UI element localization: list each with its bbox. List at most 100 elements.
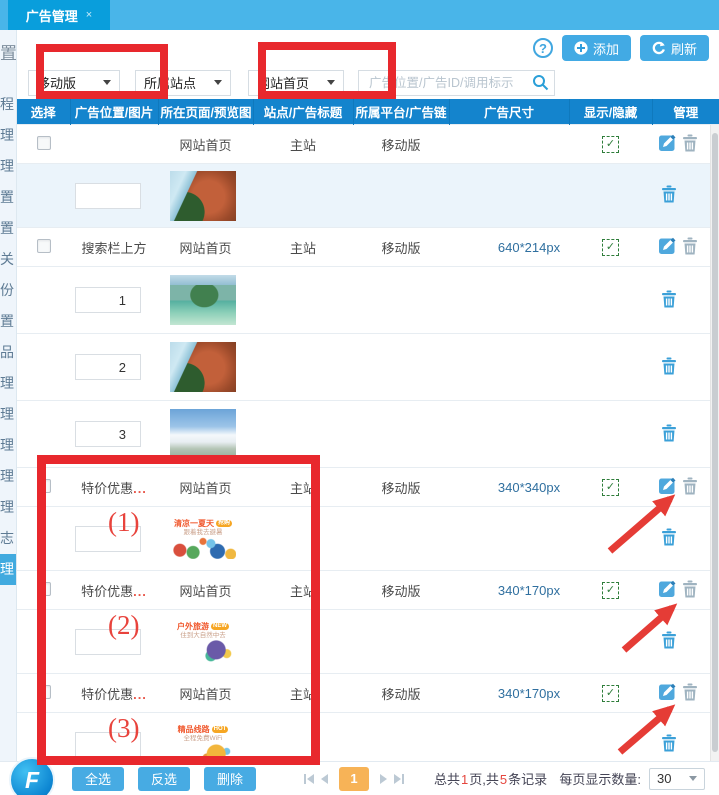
- ad-position-cell: 特价优惠...: [70, 674, 158, 713]
- site-select[interactable]: 所属站点: [135, 70, 231, 96]
- delete-icon[interactable]: [661, 528, 677, 549]
- ad-preview-thumbnail[interactable]: [170, 409, 236, 459]
- tab-ad-management[interactable]: 广告管理 ×: [8, 0, 110, 30]
- delete-icon[interactable]: [682, 683, 698, 704]
- page-select[interactable]: 网站首页: [248, 70, 344, 96]
- sidebar-item-12[interactable]: 理: [0, 399, 16, 430]
- table-row-6: [17, 401, 719, 468]
- vertical-scrollbar[interactable]: [710, 125, 719, 762]
- edit-icon[interactable]: [658, 682, 677, 704]
- help-icon[interactable]: ?: [533, 38, 553, 58]
- platform-cell: 移动版: [353, 228, 449, 267]
- annotation-number-label: (2): [108, 610, 139, 641]
- platform-select[interactable]: 移动版: [28, 70, 120, 96]
- ad-illustration: [170, 537, 236, 559]
- sidebar-item-16[interactable]: 志: [0, 523, 16, 554]
- site-select-value: 所属站点: [144, 73, 196, 92]
- ad-preview-thumbnail[interactable]: [170, 171, 236, 221]
- invert-select-button[interactable]: 反选: [138, 767, 190, 791]
- sidebar-item-6[interactable]: 置: [0, 213, 16, 244]
- ad-subtitle: 跟着我去避暑: [184, 529, 223, 536]
- ad-preview-thumbnail[interactable]: [170, 342, 236, 392]
- visibility-toggle-icon[interactable]: ✓: [602, 582, 619, 599]
- sidebar-item-10[interactable]: 品: [0, 337, 16, 368]
- current-page-button[interactable]: 1: [339, 767, 369, 791]
- search-input[interactable]: [367, 75, 532, 91]
- per-page-select[interactable]: 30: [649, 768, 705, 790]
- visibility-toggle-icon[interactable]: ✓: [602, 136, 619, 153]
- delete-icon[interactable]: [682, 237, 698, 258]
- sidebar-item-15[interactable]: 理: [0, 492, 16, 523]
- ad-position-cell: [70, 125, 158, 164]
- total-pages-count: 1: [461, 772, 468, 787]
- records-summary: 总共1页,共5条记录: [434, 769, 547, 788]
- add-button[interactable]: 添加: [562, 35, 631, 61]
- edit-icon[interactable]: [658, 236, 677, 258]
- ad-preview-thumbnail[interactable]: 清凉一夏天抢购跟着我去避暑: [170, 514, 236, 564]
- delete-icon[interactable]: [661, 424, 677, 445]
- ad-preview-thumbnail[interactable]: [170, 275, 236, 325]
- select-all-button[interactable]: 全选: [72, 767, 124, 791]
- edit-icon[interactable]: [658, 476, 677, 498]
- prev-page-button[interactable]: [321, 774, 328, 784]
- delete-button[interactable]: 删除: [204, 767, 256, 791]
- chevron-down-icon: [327, 80, 335, 85]
- sidebar-item-11[interactable]: 理: [0, 368, 16, 399]
- delete-icon[interactable]: [682, 580, 698, 601]
- sort-order-input[interactable]: [75, 421, 141, 447]
- refresh-button[interactable]: 刷新: [640, 35, 709, 61]
- sidebar-item-2[interactable]: 程: [0, 89, 16, 120]
- sidebar-item-13[interactable]: 理: [0, 430, 16, 461]
- delete-icon[interactable]: [661, 357, 677, 378]
- sidebar-item-1[interactable]: 置: [0, 38, 16, 69]
- search-icon[interactable]: [532, 74, 549, 91]
- site-cell: 主站: [253, 674, 353, 713]
- platform-cell: 移动版: [353, 571, 449, 610]
- visibility-toggle-icon[interactable]: ✓: [602, 479, 619, 496]
- last-page-button[interactable]: [394, 774, 404, 784]
- add-button-label: 添加: [593, 39, 619, 58]
- sort-order-input[interactable]: [75, 354, 141, 380]
- annotation-number-label: (3): [108, 713, 139, 744]
- row-select-checkbox[interactable]: [37, 582, 51, 596]
- ads-table-body: 网站首页主站移动版✓搜索栏上方网站首页主站移动版640*214px✓特价优惠..…: [17, 125, 719, 777]
- delete-icon[interactable]: [661, 734, 677, 755]
- sidebar-item-3[interactable]: 理: [0, 120, 16, 151]
- delete-icon[interactable]: [682, 134, 698, 155]
- sidebar-item-5[interactable]: 置: [0, 182, 16, 213]
- sidebar-item-8[interactable]: 份: [0, 275, 16, 306]
- next-page-button[interactable]: [380, 774, 387, 784]
- row-select-checkbox[interactable]: [37, 239, 51, 253]
- sort-order-input[interactable]: [75, 183, 141, 209]
- ad-management-window: 广告管理 × 置程理理置置关份置品理理理理理志理 ? 添加 刷新 移动版: [0, 0, 719, 795]
- table-row-5: [17, 334, 719, 401]
- sidebar-item-4[interactable]: 理: [0, 151, 16, 182]
- tab-close-icon[interactable]: ×: [86, 9, 92, 21]
- delete-icon[interactable]: [661, 290, 677, 311]
- edit-icon[interactable]: [658, 133, 677, 155]
- sort-order-input[interactable]: [75, 287, 141, 313]
- delete-icon[interactable]: [661, 185, 677, 206]
- delete-icon[interactable]: [682, 477, 698, 498]
- sidebar-item-17[interactable]: 理: [0, 554, 16, 585]
- visibility-toggle-icon[interactable]: ✓: [602, 239, 619, 256]
- edit-icon[interactable]: [658, 579, 677, 601]
- sidebar-item-14[interactable]: 理: [0, 461, 16, 492]
- pagination: 1: [304, 767, 404, 791]
- visibility-toggle-icon[interactable]: ✓: [602, 685, 619, 702]
- first-page-button[interactable]: [304, 774, 314, 784]
- scrollbar-thumb[interactable]: [712, 133, 718, 752]
- delete-icon[interactable]: [661, 631, 677, 652]
- col-select: 选择: [17, 99, 70, 125]
- ad-preview-thumbnail[interactable]: 户外旅游NEW住到大自然中去: [170, 617, 236, 667]
- row-select-checkbox[interactable]: [37, 685, 51, 699]
- tab-title: 广告管理: [26, 6, 78, 25]
- tab-bar: 广告管理 ×: [0, 0, 719, 30]
- platform-select-value: 移动版: [37, 73, 76, 92]
- annotation-number-label: (1): [108, 507, 139, 538]
- ad-subtitle: 全程免费WiFi: [184, 735, 223, 742]
- sidebar-item-9[interactable]: 置: [0, 306, 16, 337]
- row-select-checkbox[interactable]: [37, 479, 51, 493]
- sidebar-item-7[interactable]: 关: [0, 244, 16, 275]
- row-select-checkbox[interactable]: [37, 136, 51, 150]
